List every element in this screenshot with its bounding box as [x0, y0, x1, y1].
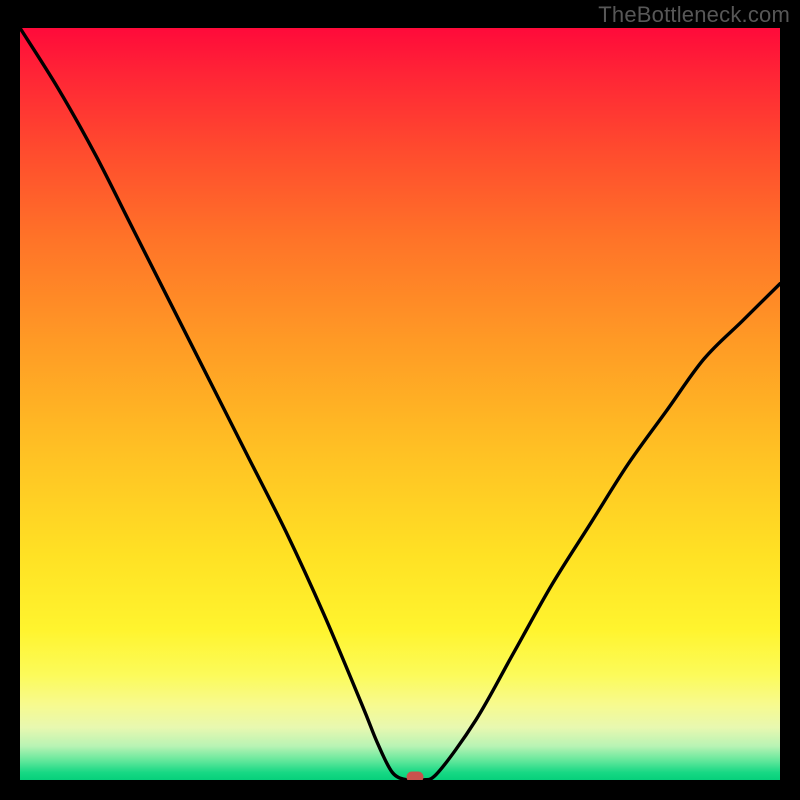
bottleneck-curve-svg	[20, 28, 780, 780]
plot-area	[20, 28, 780, 780]
chart-frame: TheBottleneck.com	[0, 0, 800, 800]
bottleneck-curve-path	[20, 28, 780, 780]
watermark-text: TheBottleneck.com	[598, 2, 790, 28]
selected-point-marker	[407, 772, 424, 781]
